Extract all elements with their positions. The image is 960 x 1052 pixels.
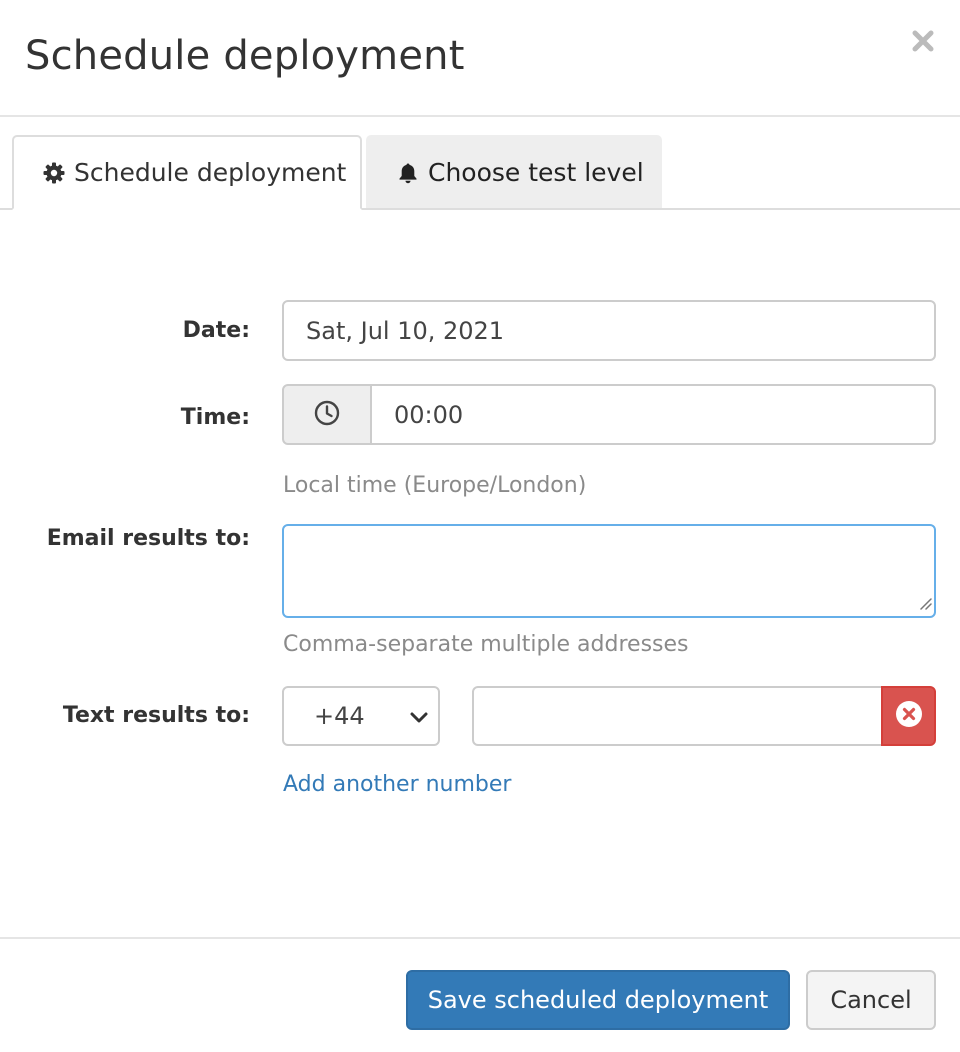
schedule-deployment-modal: Schedule deployment Schedule deployment …: [0, 0, 960, 1052]
gear-icon: [42, 161, 66, 185]
cancel-button[interactable]: Cancel: [806, 970, 936, 1030]
text-results-label: Text results to:: [62, 703, 250, 728]
modal-footer: Save scheduled deployment Cancel: [0, 937, 960, 1052]
country-code-select[interactable]: +44: [282, 686, 440, 746]
modal-header: Schedule deployment: [0, 0, 960, 117]
date-label: Date:: [182, 318, 250, 343]
save-scheduled-deployment-button[interactable]: Save scheduled deployment: [406, 970, 790, 1030]
close-icon: [906, 24, 940, 58]
time-help-text: Local time (Europe/London): [283, 473, 587, 498]
tab-choose-test-level-label: Choose test level: [428, 158, 644, 187]
remove-number-button[interactable]: [881, 686, 936, 746]
tab-schedule-deployment[interactable]: Schedule deployment: [12, 135, 362, 210]
close-button[interactable]: [906, 24, 940, 58]
remove-circle-icon: [895, 700, 923, 732]
time-input[interactable]: 00:00: [370, 384, 936, 445]
tab-schedule-deployment-label: Schedule deployment: [74, 158, 347, 187]
resize-grip-icon[interactable]: [918, 595, 932, 614]
bell-icon: [396, 161, 420, 185]
modal-title: Schedule deployment: [25, 33, 465, 79]
time-label: Time:: [180, 405, 250, 430]
tab-bar: Schedule deployment Choose test level: [0, 135, 960, 210]
clock-icon: [313, 399, 341, 431]
phone-number-input[interactable]: [472, 686, 883, 746]
tab-choose-test-level[interactable]: Choose test level: [366, 135, 662, 208]
date-input[interactable]: Sat, Jul 10, 2021: [282, 300, 936, 361]
email-help-text: Comma-separate multiple addresses: [283, 632, 689, 657]
email-label: Email results to:: [46, 526, 250, 551]
chevron-down-icon: [408, 706, 430, 734]
email-textarea[interactable]: [282, 524, 936, 618]
time-addon[interactable]: [282, 384, 372, 445]
country-code-value: +44: [314, 702, 365, 730]
add-another-number-link[interactable]: Add another number: [283, 772, 511, 797]
